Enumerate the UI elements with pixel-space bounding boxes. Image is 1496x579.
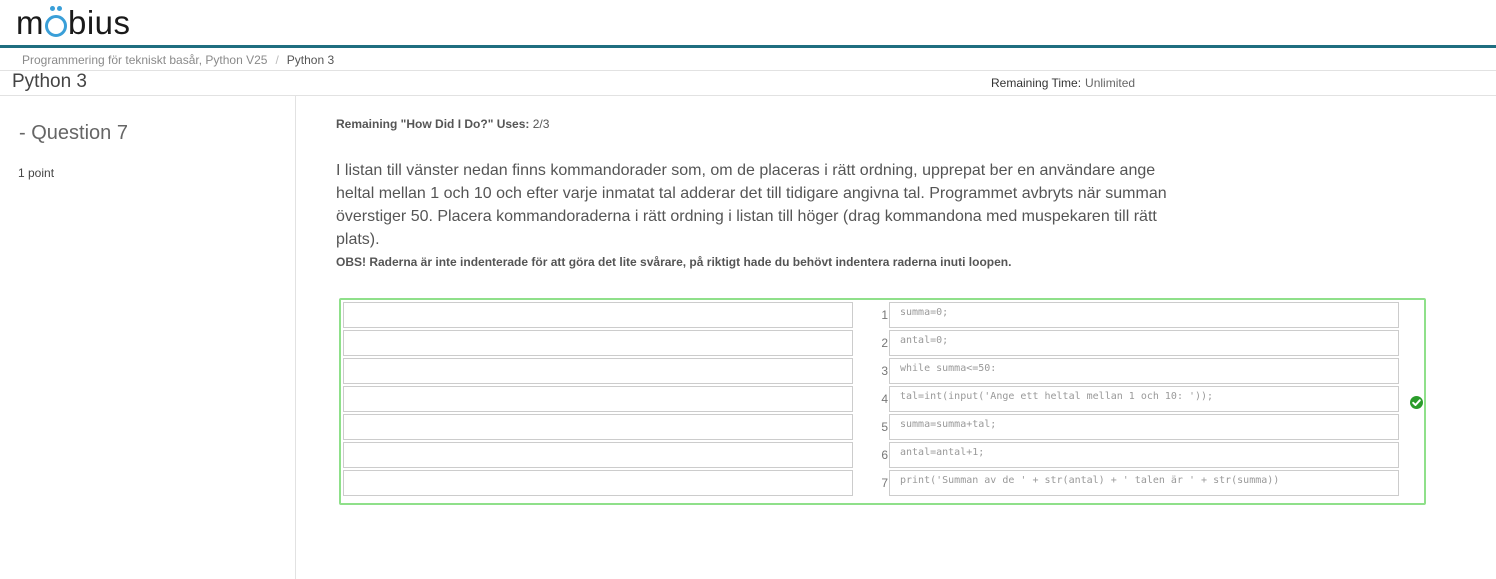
question-note: OBS! Raderna är inte indenterade för att… — [336, 255, 1012, 269]
answer-slot-5[interactable]: summa=summa+tal; — [889, 414, 1399, 440]
question-title: - Question 7 — [19, 122, 128, 144]
remaining-time-label: Remaining Time: — [991, 76, 1082, 90]
assignment-title-bar: Python 3 Remaining Time: Unlimited — [0, 70, 1496, 96]
answer-slot-4[interactable]: tal=int(input('Ange ett heltal mellan 1 … — [889, 386, 1399, 412]
breadcrumb-separator: / — [275, 53, 279, 67]
question-text: I listan till vänster nedan finns komman… — [336, 162, 1167, 248]
source-slot-6[interactable] — [343, 442, 853, 468]
top-bar: m bius — [0, 0, 1496, 48]
remaining-time-value: Unlimited — [1085, 76, 1136, 90]
slot-number: 6 — [881, 448, 888, 462]
answer-slot-2[interactable]: antal=0; — [889, 330, 1399, 356]
answer-slot-3[interactable]: while summa<=50: — [889, 358, 1399, 384]
source-slot-3[interactable] — [343, 358, 853, 384]
logo-text-m: m — [16, 4, 44, 41]
slot-number: 5 — [881, 420, 888, 434]
source-slot-2[interactable] — [343, 330, 853, 356]
slot-number: 3 — [881, 364, 888, 378]
breadcrumb-course-link[interactable]: Programmering för tekniskt basår, Python… — [22, 53, 267, 67]
mobius-logo[interactable]: m bius — [16, 0, 131, 42]
answer-slot-1[interactable]: summa=0; — [889, 302, 1399, 328]
breadcrumb-current: Python 3 — [286, 53, 335, 67]
question-points: 1 point — [18, 166, 55, 180]
slot-number: 1 — [881, 308, 888, 322]
page-title: Python 3 — [12, 71, 87, 92]
check-circle-icon — [1410, 396, 1423, 409]
source-slot-1[interactable] — [343, 302, 853, 328]
remaining-time: Remaining Time: Unlimited — [991, 76, 1135, 90]
how-did-i-do-value: 2/3 — [532, 117, 550, 131]
question-sidebar: - Question 7 1 point — [0, 96, 296, 579]
how-did-i-do-label: Remaining "How Did I Do?" Uses: — [336, 117, 530, 131]
slot-number: 2 — [881, 336, 888, 350]
source-slot-5[interactable] — [343, 414, 853, 440]
how-did-i-do-uses: Remaining "How Did I Do?" Uses: 2/3 — [336, 117, 549, 131]
drag-drop-answer-area: 1 2 3 4 5 6 7 summa=0; antal=0; while su… — [339, 298, 1426, 505]
slot-number: 7 — [881, 476, 888, 490]
source-slot-4[interactable] — [343, 386, 853, 412]
slot-number: 4 — [881, 392, 888, 406]
source-slot-7[interactable] — [343, 470, 853, 496]
breadcrumb: Programmering för tekniskt basår, Python… — [22, 51, 334, 69]
logo-o-icon — [45, 6, 67, 37]
answer-slot-6[interactable]: antal=antal+1; — [889, 442, 1399, 468]
answer-slot-7[interactable]: print('Summan av de ' + str(antal) + ' t… — [889, 470, 1399, 496]
logo-text-bius: bius — [68, 4, 131, 41]
